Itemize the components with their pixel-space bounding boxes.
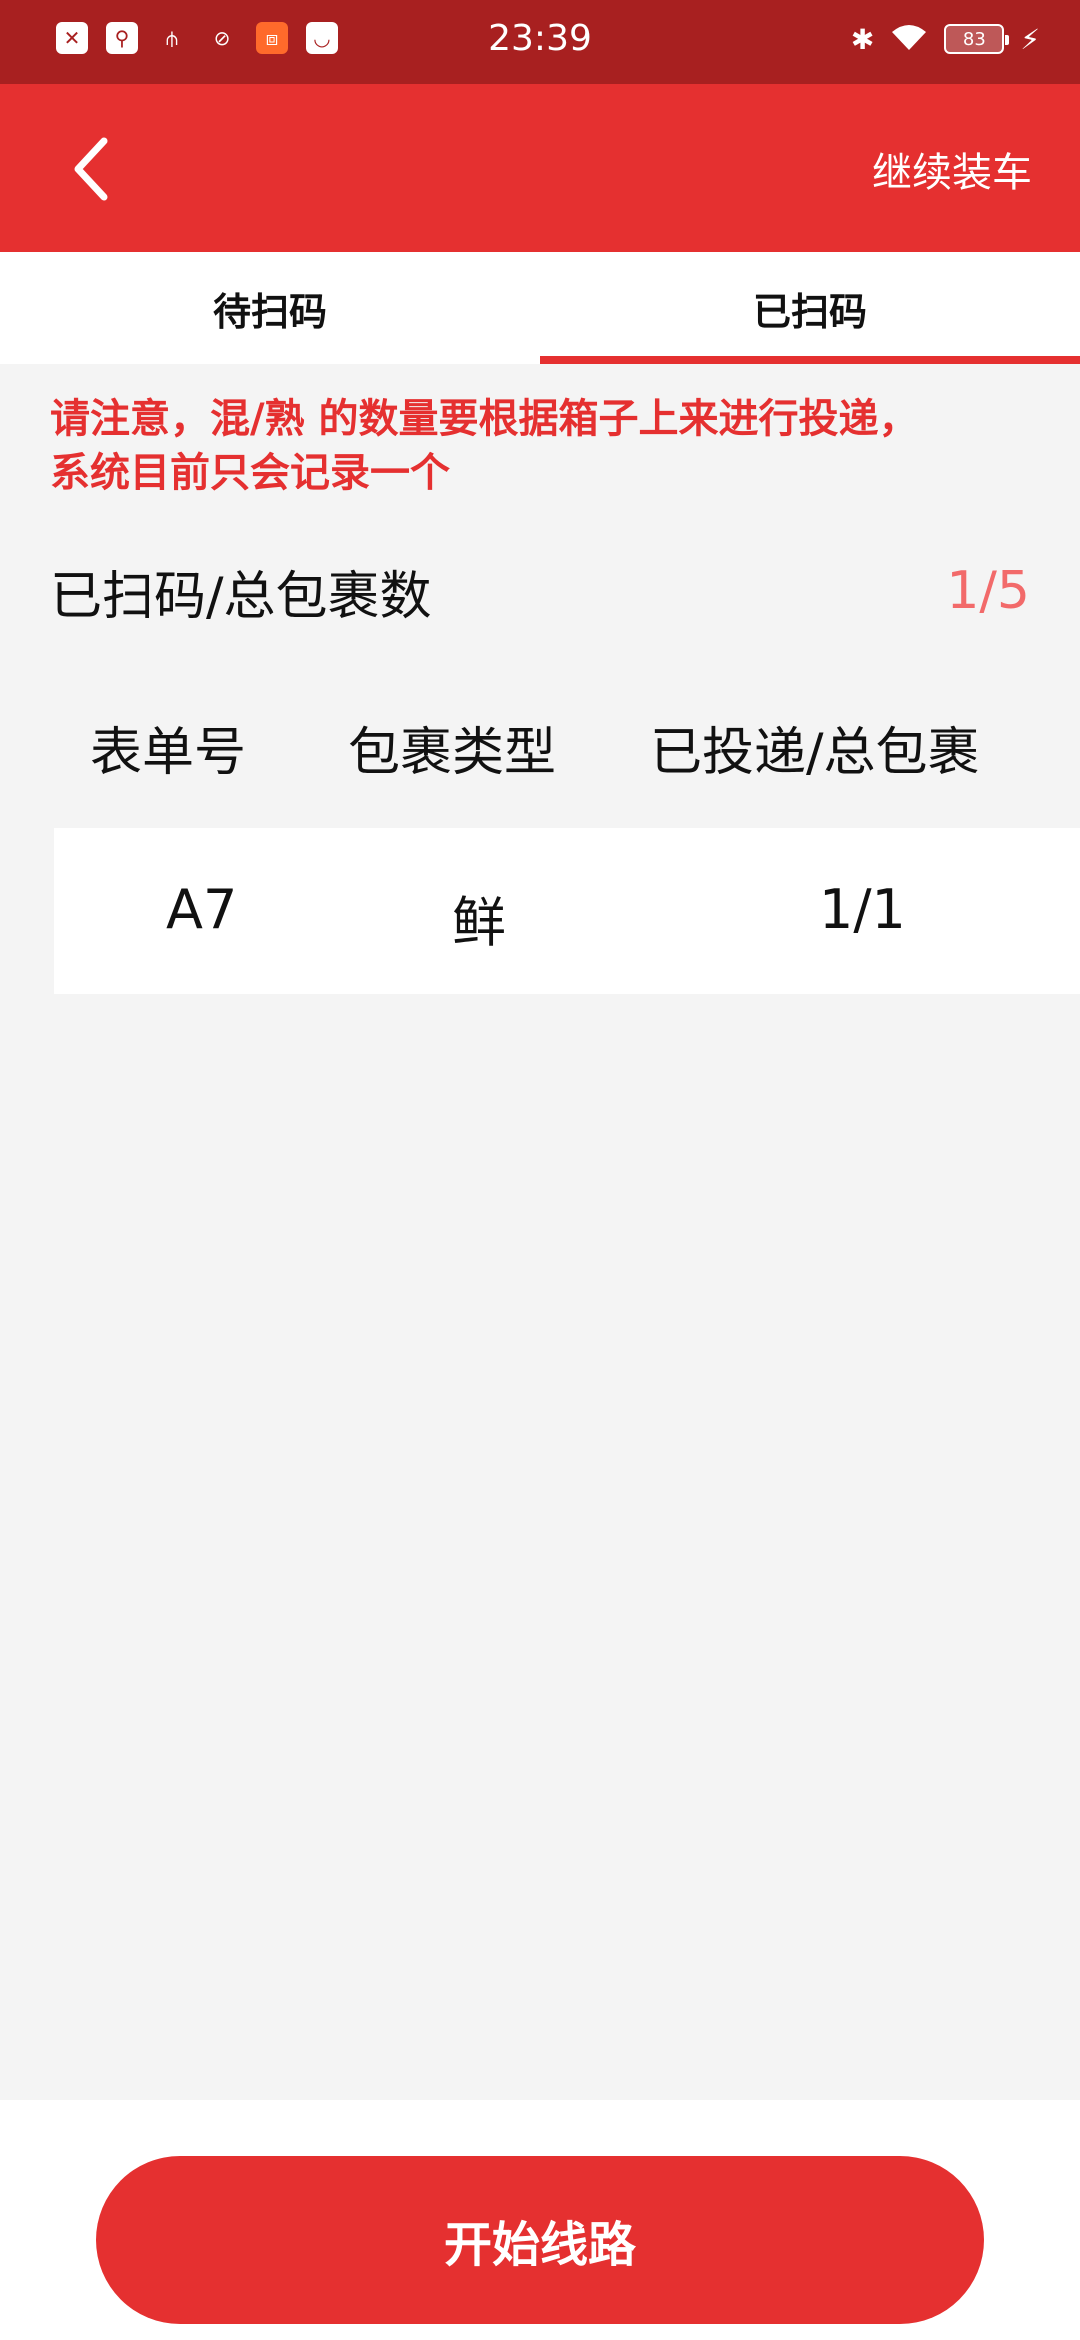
column-header-delivered: 已投递/总包裹	[650, 723, 980, 783]
cell-package-type: 鲜	[452, 891, 506, 954]
notice-text: 请注意，混/熟 的数量要根据箱子上来进行投递， 系统目前只会记录一个	[50, 392, 1040, 500]
battery-icon: 83	[944, 24, 1010, 54]
status-right-icons: ✱ 83 ⚡	[851, 22, 1040, 56]
continue-loading-button[interactable]: 继续装车	[872, 140, 1032, 198]
column-header-package-type: 包裹类型	[348, 723, 557, 783]
cell-order-no: A7	[166, 878, 238, 941]
bluetooth-icon: ✱	[850, 22, 875, 56]
wifi-icon	[890, 22, 928, 56]
column-header-order-no: 表单号	[90, 723, 247, 783]
app-header: 继续装车	[0, 84, 1080, 252]
summary-label: 已扫码/总包裹数	[50, 566, 432, 627]
notice-line-1: 请注意，混/熟 的数量要根据箱子上来进行投递，	[50, 396, 919, 442]
tab-pending-scan[interactable]: 待扫码	[0, 252, 540, 364]
table-row[interactable]: A7 鲜 1/1	[54, 828, 1080, 994]
scan-summary: 已扫码/总包裹数 1/5	[50, 556, 1030, 627]
chevron-left-icon	[74, 137, 108, 201]
back-button[interactable]	[50, 124, 130, 214]
cell-delivered: 1/1	[819, 878, 906, 941]
notice-line-2: 系统目前只会记录一个	[50, 450, 450, 496]
status-bar: ✕ ⚲ ⫛ ⊘ ⧈ ◡ 23:39 ✱ 83 ⚡	[0, 0, 1080, 84]
footer: 开始线路	[0, 2100, 1080, 2340]
tab-scanned[interactable]: 已扫码	[540, 252, 1080, 364]
table-header: 表单号 包裹类型 已投递/总包裹	[50, 700, 1080, 790]
summary-value: 1/5	[946, 561, 1030, 621]
tab-bar: 待扫码 已扫码	[0, 252, 1080, 364]
start-route-button[interactable]: 开始线路	[96, 2156, 984, 2324]
charging-icon: ⚡	[1020, 22, 1040, 56]
battery-level: 83	[962, 28, 986, 50]
